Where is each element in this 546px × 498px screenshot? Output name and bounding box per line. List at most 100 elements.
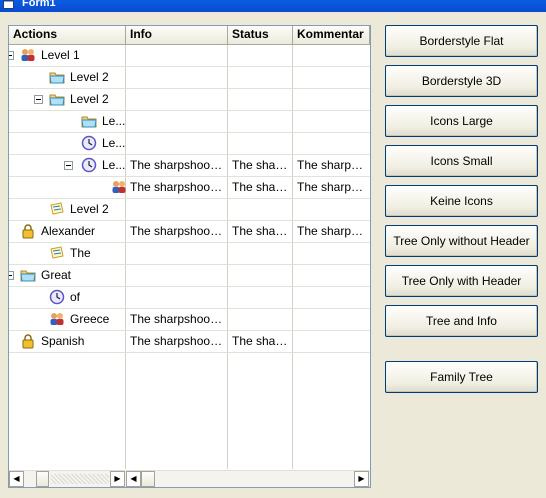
table-row[interactable]: Great [9, 265, 370, 287]
status-cell [232, 67, 290, 88]
family-tree-button[interactable]: Family Tree [385, 361, 538, 393]
table-row[interactable]: The [9, 243, 370, 265]
info-cell: The sharpshooter [130, 224, 224, 238]
table-row[interactable]: Le... [9, 111, 370, 133]
column-header-status[interactable]: Status [228, 26, 293, 45]
tree-node-label[interactable]: Le... [102, 133, 125, 154]
tree-cell[interactable]: Level 2 [9, 199, 125, 220]
status-cell [232, 133, 290, 154]
tree-node-label[interactable]: Alexander [41, 221, 95, 242]
tree-cell[interactable]: Spanish [9, 331, 125, 352]
window-title: Form1 [22, 0, 56, 9]
scroll-thumb[interactable] [36, 471, 49, 487]
tree-node-label[interactable]: Level 2 [70, 199, 109, 220]
tree-cell[interactable]: Le... [9, 111, 125, 132]
tree-cell[interactable]: The [9, 243, 125, 264]
tree-cell[interactable] [9, 177, 127, 198]
tree-node-label[interactable]: Level 2 [70, 67, 109, 88]
comment-cell [297, 309, 369, 330]
tree-only-without-header-button[interactable]: Tree Only without Header [385, 225, 538, 257]
tree-cell[interactable]: of [9, 287, 125, 308]
tree-node-label[interactable]: Le... [102, 155, 125, 176]
collapse-icon[interactable] [9, 51, 14, 60]
table-row[interactable]: Level 1 [9, 45, 370, 67]
scroll-right-button[interactable]: ▶ [354, 471, 369, 487]
tree-node-label[interactable]: Great [41, 265, 71, 286]
folder-icon [81, 113, 97, 129]
table-row[interactable]: Level 2 [9, 67, 370, 89]
clock-icon [81, 157, 97, 173]
status-cell: The sharp... [232, 334, 290, 348]
status-cell [232, 45, 290, 66]
people-icon [111, 179, 127, 195]
keine-icons-button[interactable]: Keine Icons [385, 185, 538, 217]
borderstyle-3d-button[interactable]: Borderstyle 3D [385, 65, 538, 97]
tree-cell[interactable]: Level 1 [9, 45, 125, 66]
comment-cell: The sharpsho... [297, 180, 369, 194]
clock-icon [81, 135, 97, 151]
tree-grid[interactable]: Actions Info Status Kommentar Level 1 Lev… [8, 25, 371, 488]
column-header-actions[interactable]: Actions [9, 26, 126, 45]
tree-cell[interactable]: Alexander [9, 221, 125, 242]
info-cell: The sharpshooter [130, 180, 224, 194]
icons-large-button[interactable]: Icons Large [385, 105, 538, 137]
tree-cell[interactable]: Level 2 [9, 89, 125, 110]
table-row[interactable]: Level 2 [9, 89, 370, 111]
scroll-thumb[interactable] [141, 471, 155, 487]
note-icon [49, 201, 65, 217]
tree-node-label[interactable]: Spanish [41, 331, 84, 352]
table-row[interactable]: Level 2 [9, 199, 370, 221]
scroll-left-button[interactable]: ◀ [9, 471, 24, 487]
comment-cell [297, 265, 369, 286]
tree-only-with-header-button[interactable]: Tree Only with Header [385, 265, 538, 297]
table-row[interactable]: of [9, 287, 370, 309]
comment-cell [297, 243, 369, 264]
info-cell [130, 111, 224, 132]
tree-hscrollbar[interactable]: ◀ ▶ [9, 470, 126, 487]
status-cell [232, 309, 290, 330]
table-row[interactable]: Spanish The sharpshooter The sharp... [9, 331, 370, 353]
tree-cell[interactable]: Great [9, 265, 125, 286]
table-row[interactable]: The sharpshooter The sharp... The sharpsho… [9, 177, 370, 199]
tree-and-info-button[interactable]: Tree and Info [385, 305, 538, 337]
tree-node-label[interactable]: Level 2 [70, 89, 109, 110]
scroll-track[interactable] [51, 474, 109, 484]
comment-cell [297, 331, 369, 352]
collapse-icon[interactable] [64, 161, 73, 170]
borderstyle-flat-button[interactable]: Borderstyle Flat [385, 25, 538, 57]
tree-cell[interactable]: Greece [9, 309, 125, 330]
tree-node-label[interactable]: Le... [102, 111, 125, 132]
lock-icon [20, 333, 36, 349]
status-cell [232, 89, 290, 110]
scroll-left-button[interactable]: ◀ [126, 471, 141, 487]
tree-node-label[interactable]: Level 1 [41, 45, 80, 66]
lock-icon [20, 223, 36, 239]
collapse-icon[interactable] [9, 271, 14, 280]
status-cell [232, 265, 290, 286]
tree-cell[interactable]: Le... [9, 155, 125, 176]
comment-cell [297, 45, 369, 66]
table-row[interactable]: Le... [9, 133, 370, 155]
folder-icon [20, 267, 36, 283]
tree-node-label[interactable]: of [70, 287, 80, 308]
comment-cell [297, 67, 369, 88]
info-cell [130, 133, 224, 154]
info-hscrollbar[interactable]: ◀ ▶ [126, 470, 370, 487]
table-row[interactable]: Le... The sharpshooter The sharp... The sha… [9, 155, 370, 177]
column-header-kommentar[interactable]: Kommentar [293, 26, 370, 45]
table-row[interactable]: Alexander The sharpshooter The sharp... The… [9, 221, 370, 243]
comment-cell [297, 133, 369, 154]
collapse-icon[interactable] [34, 95, 43, 104]
tree-node-label[interactable]: The [70, 243, 91, 264]
tree-node-label[interactable]: Greece [70, 309, 109, 330]
column-header-info[interactable]: Info [126, 26, 228, 45]
icons-small-button[interactable]: Icons Small [385, 145, 538, 177]
info-cell [130, 89, 224, 110]
scroll-right-button[interactable]: ▶ [110, 471, 125, 487]
info-cell [130, 287, 224, 308]
table-row[interactable]: Greece The sharpshooter [9, 309, 370, 331]
tree-cell[interactable]: Le... [9, 133, 125, 154]
status-cell [232, 243, 290, 264]
folder-icon [49, 69, 65, 85]
tree-cell[interactable]: Level 2 [9, 67, 125, 88]
